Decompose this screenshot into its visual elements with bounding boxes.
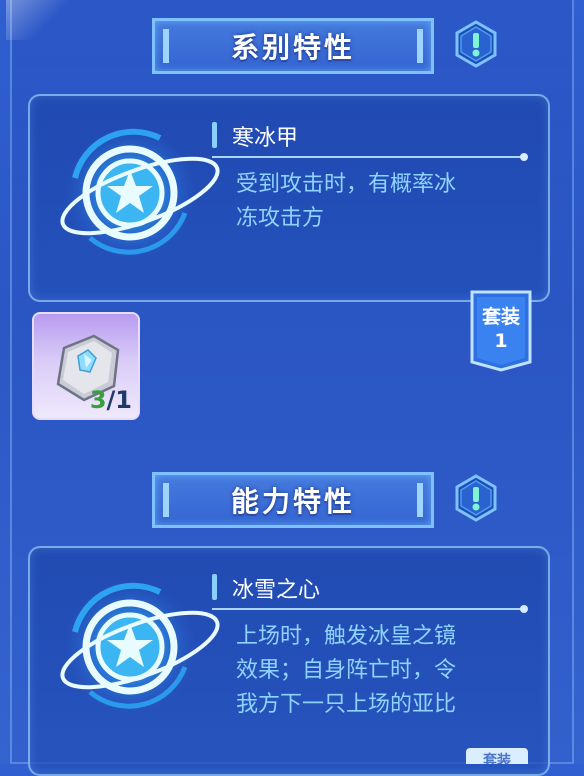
set-tag-partial[interactable]: 套装: [466, 748, 528, 764]
series-trait-card: 寒冰甲 受到攻击时，有概率冰 冻攻击方: [28, 94, 550, 302]
skill-title-bar: 冰雪之心: [212, 570, 528, 606]
title-accent: [212, 574, 217, 600]
skill-title: 冰雪之心: [232, 578, 321, 603]
item-count-owned: 3: [89, 386, 107, 414]
set-tag-label: 套装: [481, 306, 520, 328]
item-count-separator: /: [106, 386, 116, 414]
skill-title-bar: 寒冰甲: [212, 118, 528, 154]
skill-emblem: [50, 118, 225, 268]
title-accent: [212, 122, 217, 148]
item-count: 3/1: [90, 386, 132, 414]
series-trait-info-button[interactable]: [452, 20, 500, 68]
exclamation-icon: [455, 20, 497, 68]
description-line: 我方下一只上场的亚比: [236, 692, 457, 717]
title-divider: [212, 605, 528, 613]
series-trait-header: 系别特性: [152, 18, 434, 74]
set-tag-number: 1: [494, 330, 508, 352]
title-divider: [212, 153, 528, 161]
skill-description: 上场时，触发冰皇之镜 效果；自身阵亡时，令 我方下一只上场的亚比: [236, 620, 526, 722]
ability-trait-info-button[interactable]: [452, 474, 500, 522]
item-count-required: 1: [115, 386, 132, 414]
ability-trait-title: 能力特性: [230, 485, 355, 518]
set-tag[interactable]: 套装 1: [470, 290, 532, 372]
set-tag-partial-label: 套装: [483, 753, 511, 764]
skill-emblem: [50, 572, 225, 722]
description-line: 冻攻击方: [236, 206, 325, 231]
series-trait-title: 系别特性: [230, 31, 355, 64]
ability-trait-header: 能力特性: [152, 472, 434, 528]
corner-decoration: [6, 0, 76, 40]
description-line: 上场时，触发冰皇之镜: [236, 624, 457, 649]
description-line: 效果；自身阵亡时，令: [236, 658, 457, 683]
material-item-slot[interactable]: 3/1: [32, 312, 140, 420]
description-line: 受到攻击时，有概率冰: [236, 172, 457, 197]
star-emblem-icon: [60, 581, 220, 713]
skill-title: 寒冰甲: [232, 126, 299, 151]
skill-description: 受到攻击时，有概率冰 冻攻击方: [236, 168, 526, 236]
ability-trait-card: 冰雪之心 上场时，触发冰皇之镜 效果；自身阵亡时，令 我方下一只上场的亚比: [28, 546, 550, 776]
star-emblem-icon: [60, 127, 220, 259]
exclamation-icon: [455, 474, 497, 522]
